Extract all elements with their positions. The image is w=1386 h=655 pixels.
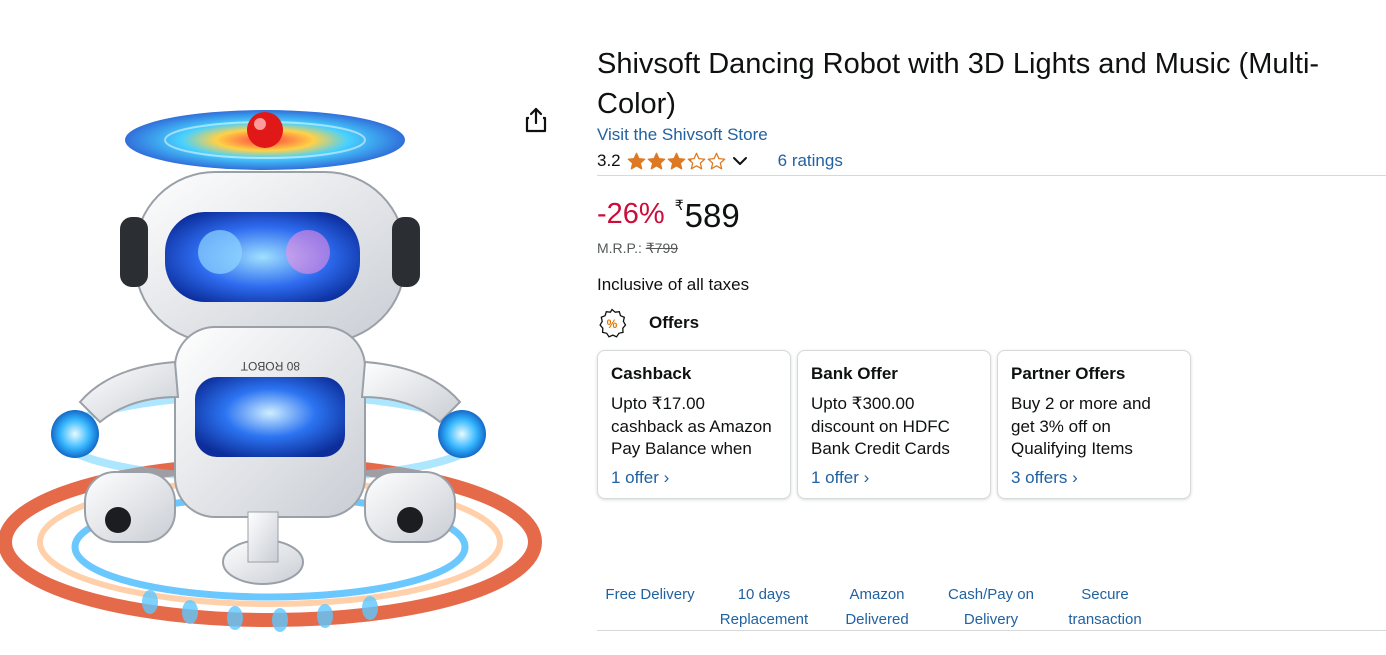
offer-link[interactable]: 1 offer › — [811, 468, 977, 488]
offer-description: Upto ₹300.00 discount on HDFC Bank Credi… — [811, 394, 950, 458]
offer-link[interactable]: 1 offer › — [611, 468, 777, 488]
offer-card-bank[interactable]: Bank Offer Upto ₹300.00 discount on HDFC… — [797, 350, 991, 499]
offer-title: Cashback — [611, 364, 692, 383]
currency-symbol: ₹ — [674, 197, 684, 213]
feature-replacement[interactable]: 10 days Replacement — [707, 582, 821, 632]
discount-percent: -26% — [597, 198, 665, 230]
star-rating[interactable] — [627, 152, 726, 170]
offer-card-partner[interactable]: Partner Offers Buy 2 or more and get 3% … — [997, 350, 1191, 499]
rating-popover-toggle[interactable] — [732, 156, 748, 166]
offer-card-cashback[interactable]: Cashback Upto ₹17.00 cashback as Amazon … — [597, 350, 791, 499]
price-amount: 589 — [684, 197, 740, 234]
offer-description: Buy 2 or more and get 3% off on Qualifyi… — [1011, 394, 1151, 458]
product-title: Shivsoft Dancing Robot with 3D Lights an… — [597, 48, 1320, 120]
star-icon — [647, 152, 666, 170]
svg-text:%: % — [607, 317, 618, 331]
mrp-value: ₹799 — [645, 240, 679, 256]
mrp-label: M.R.P.: — [597, 240, 642, 256]
taxes-note: Inclusive of all taxes — [597, 275, 750, 294]
offers-header: % Offers — [597, 308, 699, 338]
star-icon — [687, 152, 706, 170]
product-page: 80 ROBOT Shivsoft Dancing Robot with 3D … — [0, 0, 1386, 655]
offer-title: Partner Offers — [1011, 364, 1126, 383]
product-image[interactable]: 80 ROBOT — [0, 42, 568, 655]
feature-secure-transaction[interactable]: Secure transaction — [1049, 582, 1161, 632]
feature-free-delivery[interactable]: Free Delivery — [593, 582, 707, 607]
offer-link[interactable]: 3 offers › — [1011, 468, 1177, 488]
share-icon — [525, 107, 547, 133]
star-icon — [667, 152, 686, 170]
rating-row: 3.2 6 ratings — [597, 150, 843, 172]
feature-cash-on-delivery[interactable]: Cash/Pay on Delivery — [935, 582, 1047, 632]
divider — [597, 175, 1386, 176]
offer-badge-icon: % — [599, 308, 627, 338]
svg-text:80 ROBOT: 80 ROBOT — [240, 359, 300, 373]
feature-amazon-delivered[interactable]: Amazon Delivered — [821, 582, 933, 632]
share-button[interactable] — [522, 106, 550, 134]
ratings-count-link[interactable]: 6 ratings — [778, 151, 843, 171]
offer-description: Upto ₹17.00 cashback as Amazon Pay Balan… — [611, 394, 772, 458]
product-details: Shivsoft Dancing Robot with 3D Lights an… — [597, 0, 1386, 655]
divider — [597, 630, 1386, 631]
star-icon — [627, 152, 646, 170]
chevron-down-icon — [732, 157, 747, 165]
delivery-features: Free Delivery 10 days Replacement Amazon… — [597, 582, 1157, 628]
star-icon — [707, 152, 726, 170]
price-row: -26% ₹ 589 — [597, 194, 740, 238]
product-image-panel[interactable]: 80 ROBOT — [0, 42, 568, 655]
offers-title: Offers — [649, 313, 700, 332]
store-link[interactable]: Visit the Shivsoft Store — [597, 125, 768, 145]
offer-title: Bank Offer — [811, 364, 898, 383]
mrp: M.R.P.: ₹799 — [597, 240, 678, 257]
rating-value: 3.2 — [597, 151, 621, 170]
